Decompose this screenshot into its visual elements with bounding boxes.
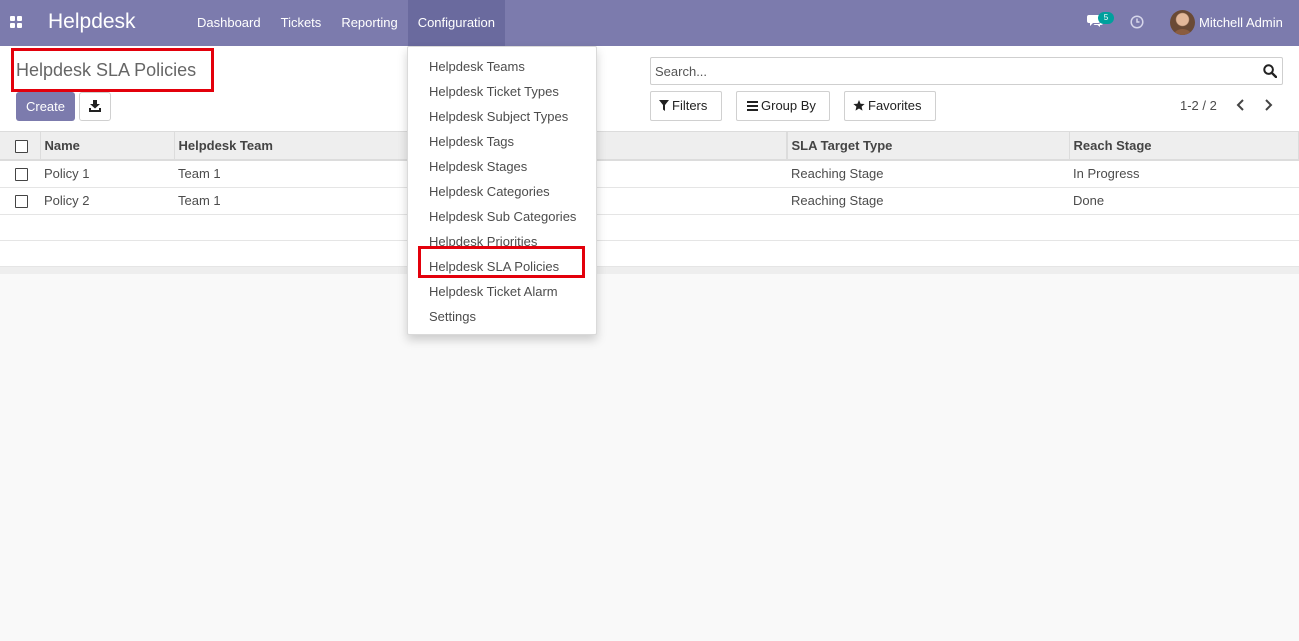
user-avatar[interactable]: [1170, 10, 1195, 35]
menu-item-categories[interactable]: Helpdesk Categories: [408, 179, 596, 204]
filters-button[interactable]: Filters: [650, 91, 722, 121]
menu-item-sla-policies[interactable]: Helpdesk SLA Policies: [408, 254, 596, 279]
menu-configuration[interactable]: Configuration: [407, 0, 506, 46]
chevron-left-icon[interactable]: [1235, 99, 1247, 111]
user-name[interactable]: Mitchell Admin: [1199, 15, 1283, 30]
create-button[interactable]: Create: [16, 92, 75, 121]
menu-item-ticket-types[interactable]: Helpdesk Ticket Types: [408, 79, 596, 104]
cell-name: Policy 1: [40, 160, 174, 188]
sla-policies-table: Name Helpdesk Team SLA Target Type Reach…: [0, 132, 1299, 274]
cell-sla-target-type: Reaching Stage: [787, 187, 1069, 215]
favorites-label: Favorites: [868, 98, 922, 113]
pager-value[interactable]: 1-2 / 2: [1180, 98, 1217, 113]
row-checkbox[interactable]: [15, 168, 28, 182]
menu-item-sub-categories[interactable]: Helpdesk Sub Categories: [408, 204, 596, 229]
configuration-dropdown: Helpdesk Teams Helpdesk Ticket Types Hel…: [407, 46, 597, 335]
select-all-cell: [0, 132, 41, 161]
favorites-button[interactable]: Favorites: [844, 91, 936, 121]
download-icon: [89, 100, 101, 112]
menu-item-priorities[interactable]: Helpdesk Priorities: [408, 229, 596, 254]
table-row[interactable]: Policy 1 Team 1 Reaching Stage In Progre…: [0, 160, 1299, 188]
menu-item-helpdesk-teams[interactable]: Helpdesk Teams: [408, 54, 596, 79]
download-button[interactable]: [79, 92, 111, 121]
row-checkbox-cell: [0, 187, 40, 215]
apps-icon[interactable]: [10, 16, 23, 28]
cell-reach-stage: Done: [1069, 187, 1299, 215]
column-sla-target-type[interactable]: SLA Target Type: [787, 132, 1070, 161]
menu-tickets[interactable]: Tickets: [271, 0, 332, 46]
app-brand: Helpdesk: [48, 10, 136, 33]
menu-dashboard[interactable]: Dashboard: [187, 0, 271, 46]
group-by-button[interactable]: Group By: [736, 91, 830, 121]
menu-item-subject-types[interactable]: Helpdesk Subject Types: [408, 104, 596, 129]
top-navbar: Helpdesk Dashboard Tickets Reporting Con…: [0, 0, 1299, 46]
filters-label: Filters: [672, 98, 708, 113]
filter-icon: [659, 100, 669, 111]
menu-reporting[interactable]: Reporting: [331, 0, 407, 46]
cell-name: Policy 2: [40, 187, 174, 215]
star-icon: [853, 100, 865, 111]
table-row[interactable]: Policy 2 Team 1 Reaching Stage Done: [0, 187, 1299, 215]
page-title: Helpdesk SLA Policies: [16, 60, 197, 80]
group-by-label: Group By: [761, 98, 816, 113]
chevron-right-icon[interactable]: [1262, 99, 1274, 111]
cell-sla-target-type: Reaching Stage: [787, 160, 1069, 188]
chat-badge: 5: [1098, 12, 1114, 24]
control-panel: Helpdesk SLA Policies Create Filters Gro…: [0, 46, 1299, 132]
menu-item-ticket-alarm[interactable]: Helpdesk Ticket Alarm: [408, 279, 596, 304]
search-icon[interactable]: [1263, 64, 1277, 78]
row-checkbox[interactable]: [15, 195, 28, 209]
table-footer: [0, 266, 1299, 274]
search-input[interactable]: [655, 63, 1255, 80]
menu-item-stages[interactable]: Helpdesk Stages: [408, 154, 596, 179]
select-all-checkbox[interactable]: [15, 140, 28, 154]
empty-row: [0, 214, 1299, 241]
menu-item-settings[interactable]: Settings: [408, 304, 596, 329]
column-name[interactable]: Name: [40, 132, 175, 161]
row-checkbox-cell: [0, 160, 40, 188]
main-menu: Dashboard Tickets Reporting Configuratio…: [187, 0, 506, 46]
menu-item-tags[interactable]: Helpdesk Tags: [408, 129, 596, 154]
search-box: [650, 57, 1283, 85]
column-reach-stage[interactable]: Reach Stage: [1069, 132, 1299, 161]
table-header: Name Helpdesk Team SLA Target Type Reach…: [0, 132, 1299, 161]
clock-icon[interactable]: [1130, 15, 1144, 29]
empty-row: [0, 240, 1299, 267]
cell-reach-stage: In Progress: [1069, 160, 1299, 188]
group-by-icon: [747, 101, 758, 111]
